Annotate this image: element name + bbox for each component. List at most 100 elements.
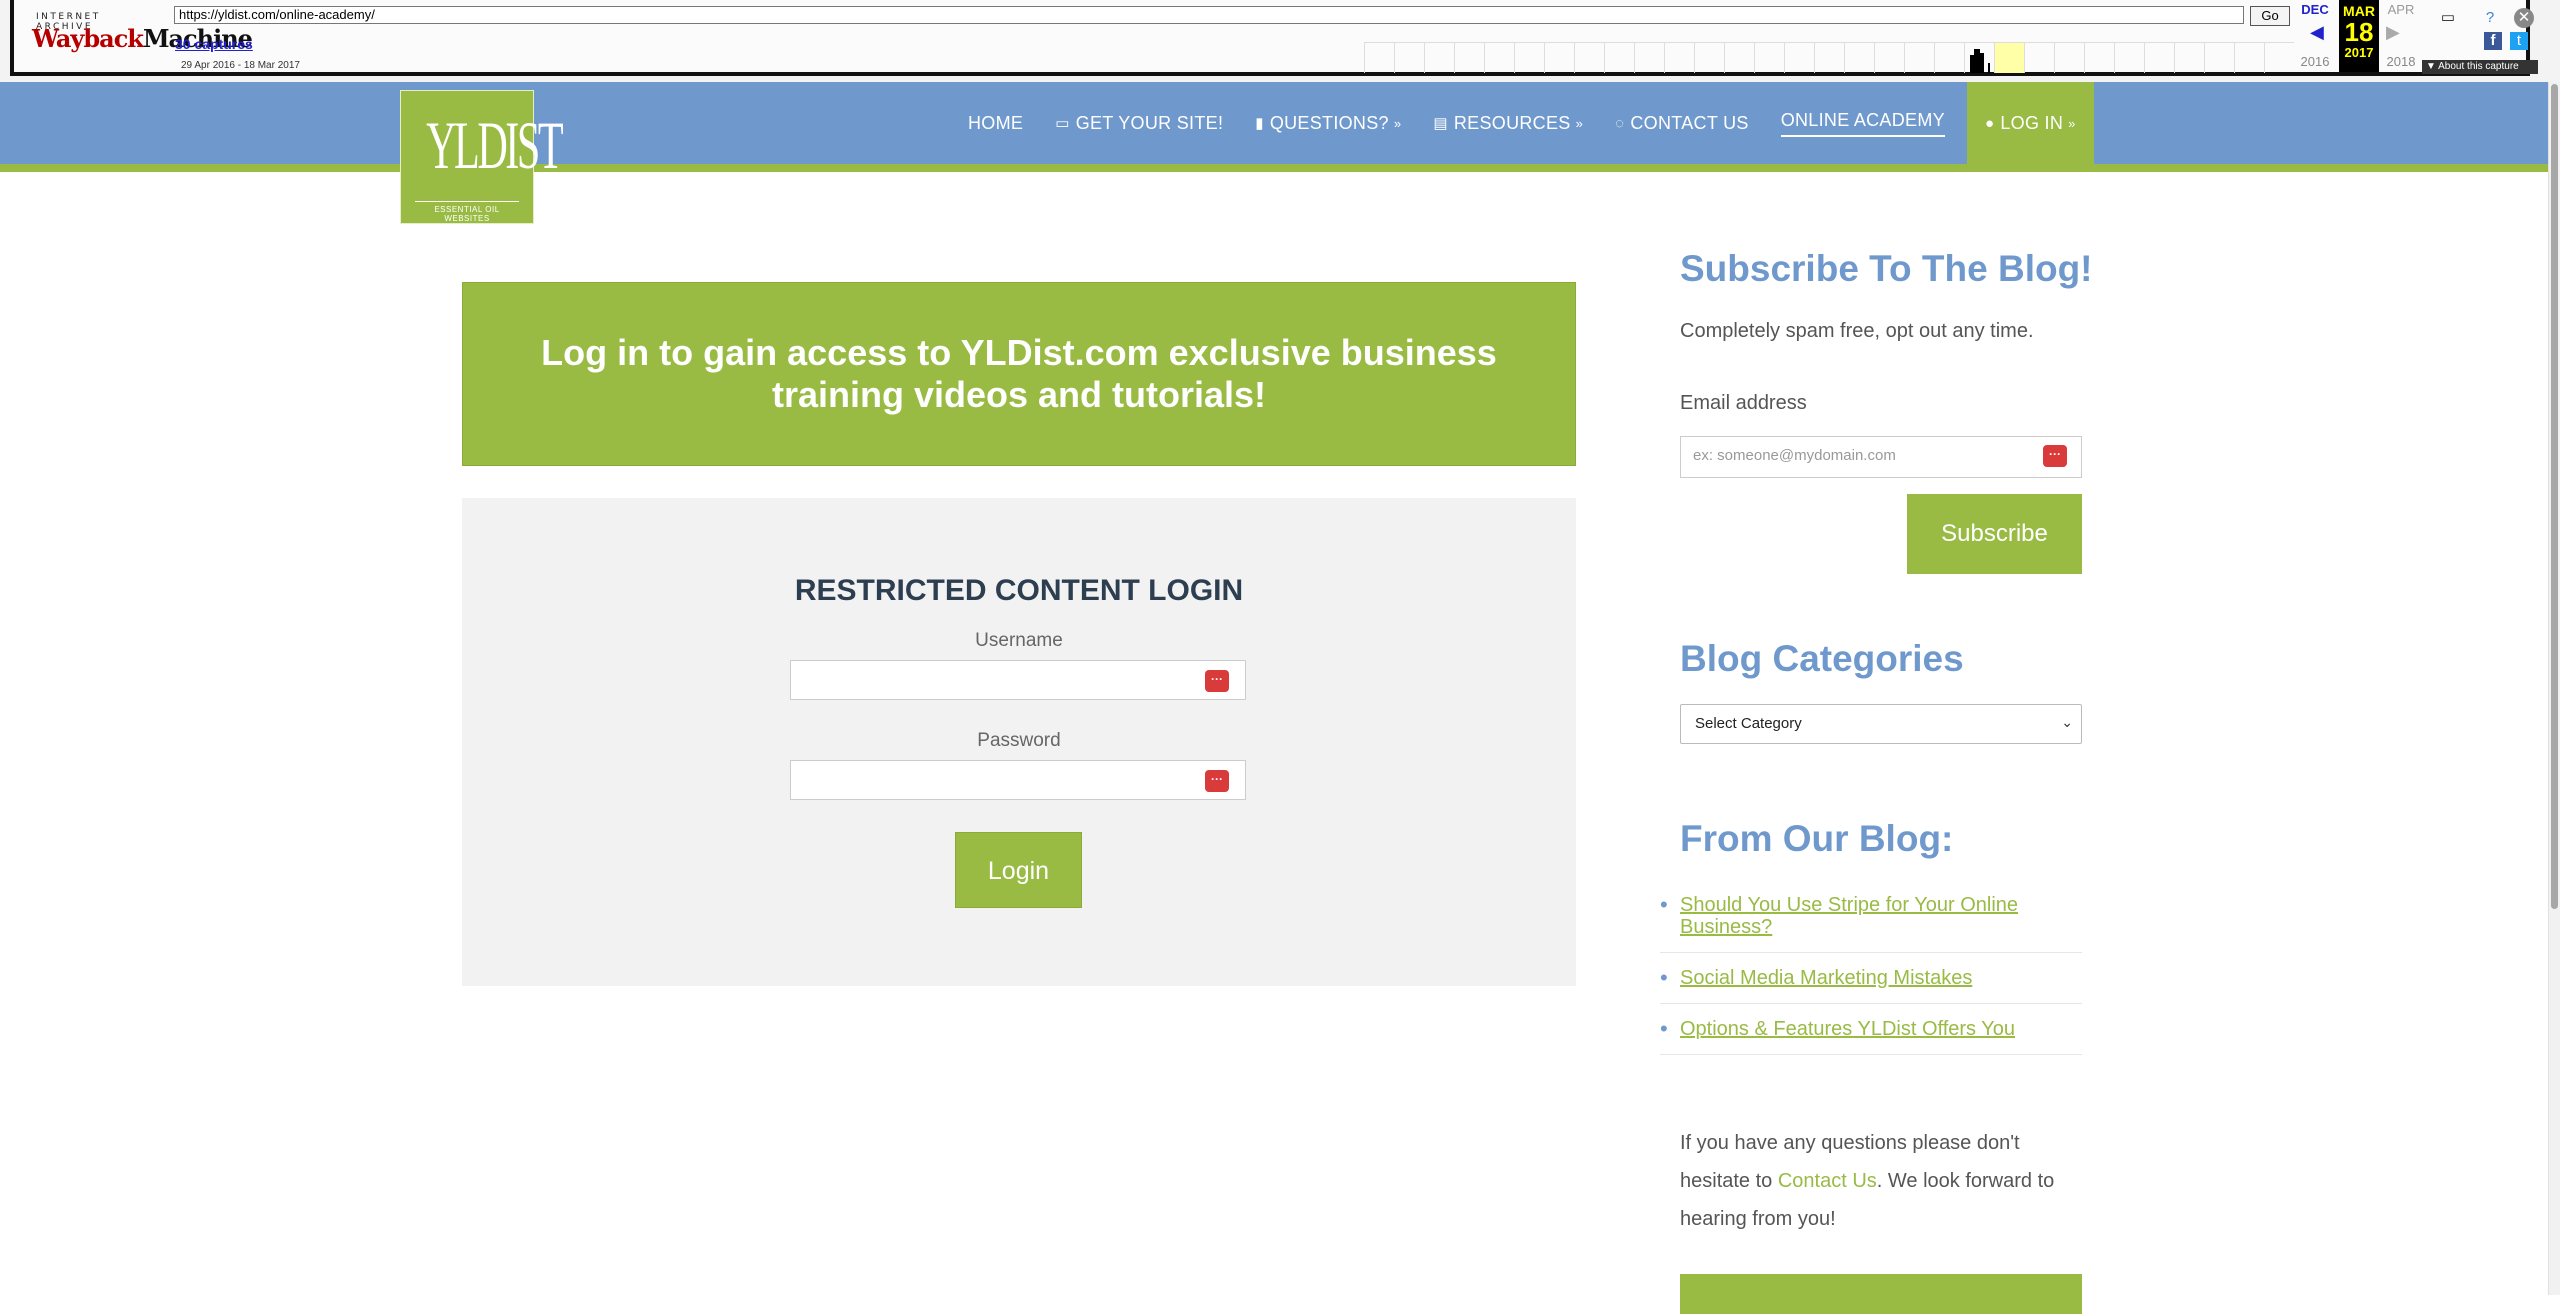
sparkline-month-cell[interactable] (2264, 43, 2294, 73)
page-scrollbar[interactable] (2548, 82, 2560, 1295)
nav-resources[interactable]: ▤ RESOURCES» (1417, 82, 1599, 164)
wayback-logo[interactable]: INTERNET ARCHIVE WaybackMachine (28, 10, 253, 60)
list-item: Social Media Marketing Mistakes (1660, 967, 2082, 1004)
site-logo[interactable]: YLDIST ESSENTIAL OIL WEBSITES (400, 90, 564, 224)
sparkline-month-cell[interactable] (1754, 43, 1784, 73)
wayback-prev-month[interactable]: DEC (2295, 2, 2335, 17)
sparkline-month-cell[interactable] (2084, 43, 2114, 73)
password-manager-icon[interactable]: ··· (1205, 770, 1229, 792)
sparkline-month-cell[interactable] (2144, 43, 2174, 73)
sparkline-month-cell[interactable] (2174, 43, 2204, 73)
academy-banner: Log in to gain access to YLDist.com excl… (462, 282, 1576, 466)
password-manager-icon[interactable]: ··· (1205, 670, 1229, 692)
sparkline-month-cell[interactable] (2024, 43, 2054, 73)
email-field[interactable]: ex: someone@mydomain.com ··· (1680, 436, 2082, 478)
nav-home[interactable]: HOME (952, 82, 1039, 164)
about-capture-button[interactable]: ▼ About this capture (2422, 60, 2538, 74)
sparkline-month-cell[interactable] (1394, 43, 1424, 73)
window-icon[interactable]: ▭ (2438, 8, 2458, 28)
nav-get-your-site[interactable]: ▭ GET YOUR SITE! (1039, 82, 1239, 164)
sparkline-month-cell[interactable] (1544, 43, 1574, 73)
sparkline-month-cell[interactable] (2054, 43, 2084, 73)
wayback-current-year: 2017 (2344, 45, 2374, 60)
sidebar-bottom-button[interactable] (1680, 1274, 2082, 1314)
sparkline-month-cell[interactable] (2204, 43, 2234, 73)
wayback-captures-link[interactable]: 30 captures (175, 36, 253, 52)
header-accent-bar (0, 164, 2548, 172)
wayback-prev-year[interactable]: 2016 (2295, 54, 2335, 69)
nav-log-in[interactable]: ● LOG IN» (1966, 82, 2094, 164)
nav-online-academy[interactable]: ONLINE ACADEMY (1765, 82, 1961, 164)
sparkline-month-cell[interactable] (2114, 43, 2144, 73)
wayback-next-month: APR (2387, 2, 2415, 17)
wayback-current-date: MAR 18 2017 (2339, 0, 2379, 72)
subscribe-button[interactable]: Subscribe (1907, 494, 2082, 574)
sparkline-month-cell[interactable] (1604, 43, 1634, 73)
wayback-sparkline[interactable] (1364, 42, 2294, 73)
blog-post-link[interactable]: Social Media Marketing Mistakes (1680, 967, 1972, 989)
monitor-icon: ▭ (1055, 115, 1070, 132)
list-item: Should You Use Stripe for Your Online Bu… (1660, 894, 2082, 953)
password-input[interactable]: ··· (790, 760, 1246, 800)
banner-heading: Log in to gain access to YLDist.com excl… (541, 332, 1497, 415)
wayback-prev-arrow-icon[interactable]: ◀ (2310, 22, 2324, 43)
close-icon[interactable]: ✕ (2514, 8, 2534, 28)
blog-post-link[interactable]: Options & Features YLDist Offers You (1680, 1018, 2015, 1040)
sparkline-month-cell[interactable] (1634, 43, 1664, 73)
sparkline-month-cell[interactable] (1934, 43, 1964, 73)
book-icon: ▮ (1255, 115, 1264, 132)
category-select[interactable]: Select Category ⌄ (1680, 704, 2082, 744)
chevron-down-icon: » (1393, 115, 1402, 131)
sparkline-month-cell[interactable] (1664, 43, 1694, 73)
sparkline-month-cell[interactable] (1874, 43, 1904, 73)
main-nav: HOME ▭ GET YOUR SITE! ▮ QUESTIONS?» ▤ RESOU… (952, 82, 2094, 164)
login-panel: RESTRICTED CONTENT LOGIN Username ··· Pa… (462, 498, 1576, 986)
login-button[interactable]: Login (955, 832, 1082, 908)
category-selected-value: Select Category (1695, 715, 1802, 732)
sparkline-month-cell[interactable] (1994, 43, 2024, 73)
sparkline-month-cell[interactable] (1424, 43, 1454, 73)
archive-icon: ▤ (1433, 115, 1448, 132)
blog-post-link[interactable]: Should You Use Stripe for Your Online Bu… (1680, 894, 2018, 938)
sparkline-month-cell[interactable] (1694, 43, 1724, 73)
sparkline-month-cell[interactable] (1814, 43, 1844, 73)
subscribe-text: Completely spam free, opt out any time. (1680, 320, 2034, 342)
wayback-toolbar-frame: INTERNET ARCHIVE WaybackMachine https://… (10, 0, 2538, 76)
sparkline-month-cell[interactable] (1904, 43, 1934, 73)
help-icon[interactable]: ? (2480, 8, 2500, 28)
logo-text: YLDIST (426, 107, 563, 183)
wayback-current-day: 18 (2344, 17, 2374, 47)
blog-post-list: Should You Use Stripe for Your Online Bu… (1660, 894, 2082, 1069)
chevron-down-icon: ⌄ (2061, 714, 2073, 730)
twitter-icon[interactable]: t (2510, 32, 2528, 50)
wayback-next-year: 2018 (2386, 54, 2416, 69)
sparkline-month-cell[interactable] (2234, 43, 2264, 73)
sparkline-month-cell[interactable] (1844, 43, 1874, 73)
sparkline-month-cell[interactable] (1784, 43, 1814, 73)
sparkline-month-cell[interactable] (1514, 43, 1544, 73)
wayback-next-arrow-icon: ▶ (2386, 22, 2400, 42)
contact-us-link[interactable]: Contact Us (1778, 1170, 1877, 1192)
facebook-icon[interactable]: f (2484, 32, 2502, 50)
scrollbar-thumb[interactable] (2551, 84, 2558, 909)
sparkline-month-cell[interactable] (1574, 43, 1604, 73)
contact-paragraph: If you have any questions please don't h… (1680, 1124, 2090, 1238)
nav-contact-us[interactable]: ◌ CONTACT US (1599, 82, 1765, 164)
sparkline-month-cell[interactable] (1454, 43, 1484, 73)
sparkline-month-cell[interactable] (1484, 43, 1514, 73)
wayback-capture-range: 29 Apr 2016 - 18 Mar 2017 (181, 60, 300, 71)
sparkline-capture-bar (1988, 63, 1990, 73)
wayback-go-button[interactable]: Go (2250, 6, 2290, 26)
list-item: Options & Features YLDist Offers You (1660, 1018, 2082, 1055)
wayback-url-input[interactable]: https://yldist.com/online-academy/ (174, 6, 2244, 24)
subscribe-title: Subscribe To The Blog! (1680, 248, 2093, 289)
sparkline-month-cell[interactable] (1364, 43, 1394, 73)
username-input[interactable]: ··· (790, 660, 1246, 700)
sparkline-month-cell[interactable] (1724, 43, 1754, 73)
nav-questions[interactable]: ▮ QUESTIONS?» (1239, 82, 1417, 164)
password-manager-icon[interactable]: ··· (2043, 445, 2067, 467)
chevron-down-icon: » (1575, 115, 1584, 131)
from-blog-title: From Our Blog: (1680, 818, 1954, 859)
email-placeholder: ex: someone@mydomain.com (1693, 447, 1896, 464)
email-label: Email address (1680, 392, 1807, 414)
